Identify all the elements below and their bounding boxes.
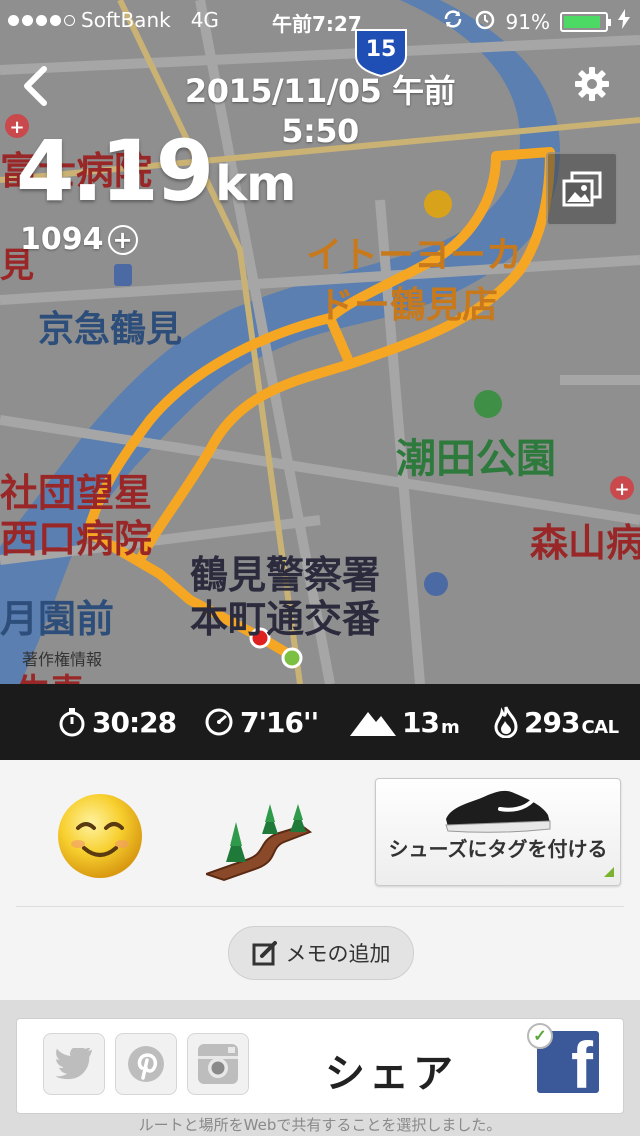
shopping-cart-marker-icon [424,190,452,218]
elevation-unit: m [440,717,460,738]
plus-circle-icon: + [107,224,138,255]
map-label-moriyama: 森山病 [530,521,640,565]
tag-shoes-button[interactable]: シューズにタグを付ける [375,778,621,886]
trail-icon [202,804,313,882]
gear-icon [575,67,609,101]
calories-value: 293 [524,705,580,739]
map-label-police-2: 本町通交番 [190,597,381,641]
signal-strength-icon [8,14,75,26]
battery-fill [564,15,601,28]
pinterest-icon [128,1046,164,1082]
police-marker-icon [424,572,448,596]
edit-icon [252,941,277,966]
add-memo-button[interactable]: メモの追加 [228,926,414,980]
share-note: ルートと場所をWebで共有することを選択しました。 [138,1116,502,1134]
train-station-icon [114,264,132,286]
stats-bar: 30:28 7'16'' 13 m 293 CAL [0,684,640,760]
run-details-panel: シューズにタグを付ける メモの追加 [0,760,640,1000]
elevation-stat: 13 m [350,684,460,760]
svg-text:+: + [614,479,629,500]
instagram-icon [198,1044,238,1084]
speedometer-icon [205,708,233,736]
share-section: シェア f ✓ ルートと場所をWebで共有することを選択しました。 [0,1000,640,1136]
map-label-ushioda: 潮田公園 [396,436,556,482]
facebook-icon: f [571,1031,593,1093]
pace-value: 7'16'' [240,705,319,739]
carrier-info: SoftBank 4G [8,8,219,32]
distance-value: 4.19 [16,122,214,220]
calories-unit: CAL [581,717,619,738]
pace-stat: 7'16'' [204,684,319,760]
map-label-keikyu: 京急鶴見 [38,309,183,350]
divider [16,906,624,907]
map-label-tsukizono: 月園前 [0,597,115,641]
checkmark-icon: ✓ [527,1023,553,1049]
chevron-left-icon [24,66,47,106]
nikefuel-value: 1094 [20,222,104,257]
clock: 午前7:27 [272,12,362,36]
back-button[interactable] [10,58,60,114]
share-instagram-button[interactable] [187,1033,249,1095]
running-shoe-icon [445,790,551,833]
calories-stat: 293 CAL [494,684,619,760]
battery-percent: 91% [505,9,550,34]
terrain-button[interactable] [202,790,318,882]
mood-button[interactable] [54,790,146,882]
map-label-itoyokado-2: ドー鶴見店 [318,285,499,326]
twitter-icon [55,1048,93,1080]
photo-gallery-icon [562,171,602,207]
add-memo-label: メモの追加 [285,942,391,966]
tag-shoes-label: シューズにタグを付ける [388,837,608,861]
map-label-shadan-2: 西口病院 [0,517,153,561]
route-start-marker [281,647,303,669]
distance-unit: km [215,156,296,212]
distance-readout: 4.19 km [16,122,296,220]
elevation-value: 13 [402,705,440,739]
mountain-icon [350,712,396,736]
duration-value: 30:28 [92,705,177,739]
duration-stat: 30:28 [58,684,177,760]
status-right: 91% [442,8,630,35]
share-card: シェア f ✓ [16,1018,624,1114]
highway-number: 15 [366,37,397,62]
settings-button[interactable] [566,60,618,108]
map-label-itoyokado-1: イトーヨーカ [306,235,523,276]
run-detail-screen: 15 + + 京急鶴見 イトーヨーカ ドー鶴見店 潮田公園 鶴見警察署 本町通交… [0,0,640,1136]
share-label: シェア [325,1051,457,1097]
nikefuel-readout[interactable]: 1094 + [20,222,138,257]
smiling-face-icon [58,794,142,878]
stopwatch-icon [59,708,85,737]
photo-button[interactable] [546,152,618,226]
share-twitter-button[interactable] [43,1033,105,1095]
battery-icon [560,11,611,32]
share-pinterest-button[interactable] [115,1033,177,1095]
rotation-lock-icon [442,8,464,35]
network-type: 4G [190,8,219,32]
map-copyright-link[interactable]: 著作権情報 [22,646,102,670]
status-bar: SoftBank 4G 午前7:27 91% [0,0,640,40]
carrier-name: SoftBank [81,8,171,32]
corner-indicator [604,867,614,877]
charging-icon [618,9,630,34]
alarm-icon [474,8,496,35]
flame-icon [494,706,518,738]
park-marker-icon [474,390,502,418]
